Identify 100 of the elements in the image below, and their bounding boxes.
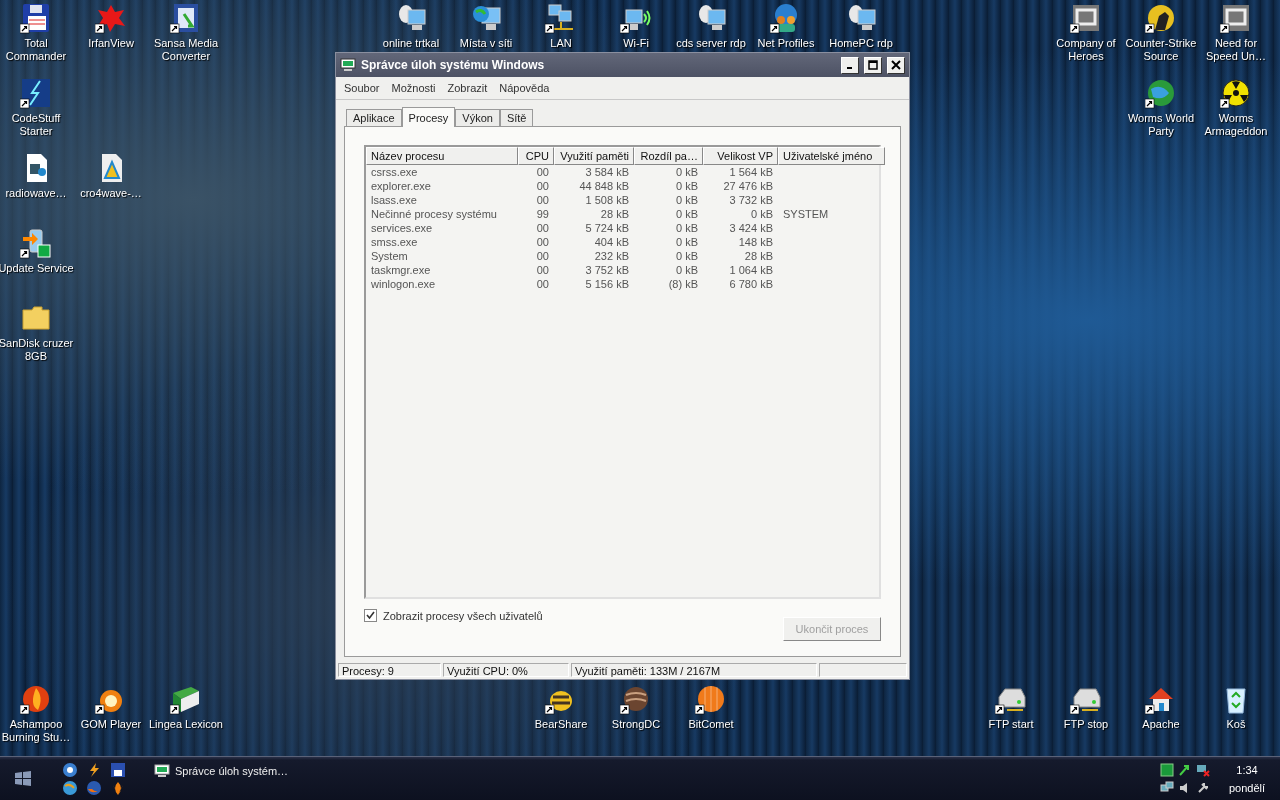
circle-app-icon[interactable]	[62, 761, 78, 778]
icon-label[interactable]: Company of Heroes	[1048, 37, 1124, 63]
table-cell-text: 44 848 kB	[578, 179, 630, 193]
icon-label[interactable]: Need for Speed Un…	[1198, 37, 1274, 63]
icon-label[interactable]: CodeStuff Starter	[0, 112, 74, 138]
clock-day[interactable]: pondělí	[1228, 781, 1266, 794]
globe-icon[interactable]	[1145, 77, 1177, 109]
close-icon	[891, 60, 901, 70]
menu-item[interactable]: Zobrazit	[441, 82, 494, 94]
maximize-icon	[868, 60, 878, 70]
menu-item[interactable]: Nápověda	[493, 82, 556, 94]
column-header[interactable]: Rozdíl pa…	[634, 147, 703, 165]
tab[interactable]: Výkon	[455, 109, 500, 126]
icon-label[interactable]: StrongDC	[598, 718, 674, 731]
table-cell-text: csrss.exe	[370, 165, 419, 179]
window-title: Správce úloh systému Windows	[361, 58, 546, 72]
checkbox-label[interactable]: Zobrazit procesy všech uživatelů	[383, 609, 543, 622]
status-pane: Procesy: 9	[338, 663, 441, 677]
table-cell-text: 1 064 kB	[728, 263, 774, 277]
table-cell-text: 1 564 kB	[728, 165, 774, 179]
maximize-button[interactable]	[864, 56, 882, 74]
icon-label[interactable]: Total Commander	[0, 37, 74, 63]
icon-label[interactable]: SanDisk cruzer 8GB	[0, 337, 74, 363]
icon-label[interactable]: BearShare	[523, 718, 599, 731]
icon-label[interactable]: Worms World Party	[1123, 112, 1199, 138]
network-error-icon[interactable]	[1196, 762, 1210, 777]
table-cell-text: 00	[535, 263, 550, 277]
icon-label[interactable]: Update Service	[0, 262, 74, 275]
table-cell-text: smss.exe	[370, 235, 419, 249]
table-cell-text: 00	[535, 179, 550, 193]
table-cell-text: 99	[535, 207, 550, 221]
taskbar-button[interactable]: Správce úloh systém…	[148, 760, 295, 782]
icon-label[interactable]: Counter-Strike Source	[1123, 37, 1199, 63]
table-cell-text: 0 kB	[675, 235, 699, 249]
table-cell-text: explorer.exe	[370, 179, 432, 193]
icon-label[interactable]: BitComet	[673, 718, 749, 731]
icon-label[interactable]: online trtkal	[373, 37, 449, 50]
flame-disc-icon[interactable]	[20, 683, 52, 715]
table-cell-text: 3 732 kB	[728, 193, 774, 207]
tab[interactable]: Aplikace	[346, 109, 402, 126]
computer-icon	[154, 764, 170, 778]
close-button[interactable]	[887, 56, 905, 74]
device-update-icon[interactable]	[20, 227, 52, 259]
radiation-icon[interactable]	[1220, 77, 1252, 109]
column-header[interactable]: Velikost VP	[703, 147, 778, 165]
arrow-icon[interactable]	[1178, 762, 1192, 777]
clock-time[interactable]: 1:34	[1236, 763, 1258, 776]
table-cell-text: 148 kB	[737, 235, 774, 249]
icon-label[interactable]: Wi-Fi	[598, 37, 674, 50]
column-header[interactable]: CPU	[518, 147, 554, 165]
status-pane: Využití paměti: 133M / 2167M	[571, 663, 817, 677]
lightning-icon[interactable]	[20, 77, 52, 109]
icon-label[interactable]: Místa v síti	[448, 37, 524, 50]
table-cell-text: services.exe	[370, 221, 434, 235]
checkbox[interactable]	[364, 609, 377, 622]
menu-item[interactable]: Soubor	[338, 82, 386, 94]
globe-icon[interactable]	[62, 779, 78, 796]
table-cell-text: Nečinné procesy systému	[370, 207, 498, 221]
game-logo-icon[interactable]	[1070, 2, 1102, 34]
monitors-icon[interactable]	[1160, 780, 1174, 795]
column-header[interactable]: Využití paměti	[554, 147, 634, 165]
icon-label[interactable]: Koš	[1198, 718, 1274, 731]
game-logo-icon[interactable]	[1220, 2, 1252, 34]
computer-icon	[340, 58, 356, 72]
icon-label[interactable]: GOM Player	[73, 718, 149, 731]
minimize-button[interactable]	[841, 56, 859, 74]
tab[interactable]: Procesy	[401, 107, 456, 127]
icon-label[interactable]: Apache	[1123, 718, 1199, 731]
icon-label[interactable]: HomePC rdp	[823, 37, 899, 50]
icon-label[interactable]: FTP start	[973, 718, 1049, 731]
table-cell-text: 0 kB	[675, 249, 699, 263]
table-cell-text: System	[370, 249, 409, 263]
column-header[interactable]: Název procesu	[366, 147, 518, 165]
icon-label[interactable]: FTP stop	[1048, 718, 1124, 731]
icon-label[interactable]: Sansa Media Converter	[148, 37, 224, 63]
table-cell-text: 0 kB	[675, 179, 699, 193]
icon-label[interactable]: radiowave…	[0, 187, 74, 200]
icon-label[interactable]: cro4wave-…	[73, 187, 149, 200]
icon-label[interactable]: Worms Armageddon	[1198, 112, 1274, 138]
menu-item[interactable]: Možnosti	[385, 82, 442, 94]
table-cell-text: 0 kB	[675, 263, 699, 277]
table-cell-text: 5 156 kB	[584, 277, 630, 291]
windows-logo-icon[interactable]	[14, 770, 32, 787]
icon-label[interactable]: LAN	[523, 37, 599, 50]
tab[interactable]: Sítě	[499, 109, 534, 126]
table-cell-text: 232 kB	[593, 249, 630, 263]
table-cell-text: taskmgr.exe	[370, 263, 432, 277]
icon-label[interactable]: cds server rdp	[673, 37, 749, 50]
icon-label[interactable]: Ashampoo Burning Stu…	[0, 718, 74, 744]
striped-ball-icon[interactable]	[695, 683, 727, 715]
table-cell-text: 27 476 kB	[722, 179, 774, 193]
table-cell-text: 1 508 kB	[584, 193, 630, 207]
icon-label[interactable]: IrfanView	[73, 37, 149, 50]
column-header[interactable]: Uživatelské jméno	[778, 147, 885, 165]
square-icon[interactable]	[1160, 762, 1174, 777]
icon-label[interactable]: Lingea Lexicon	[148, 718, 224, 731]
icon-label[interactable]: Net Profiles	[748, 37, 824, 50]
table-cell-text: (8) kB	[667, 277, 699, 291]
table-cell-text: 00	[535, 277, 550, 291]
status-pane: Využití CPU: 0%	[443, 663, 569, 677]
